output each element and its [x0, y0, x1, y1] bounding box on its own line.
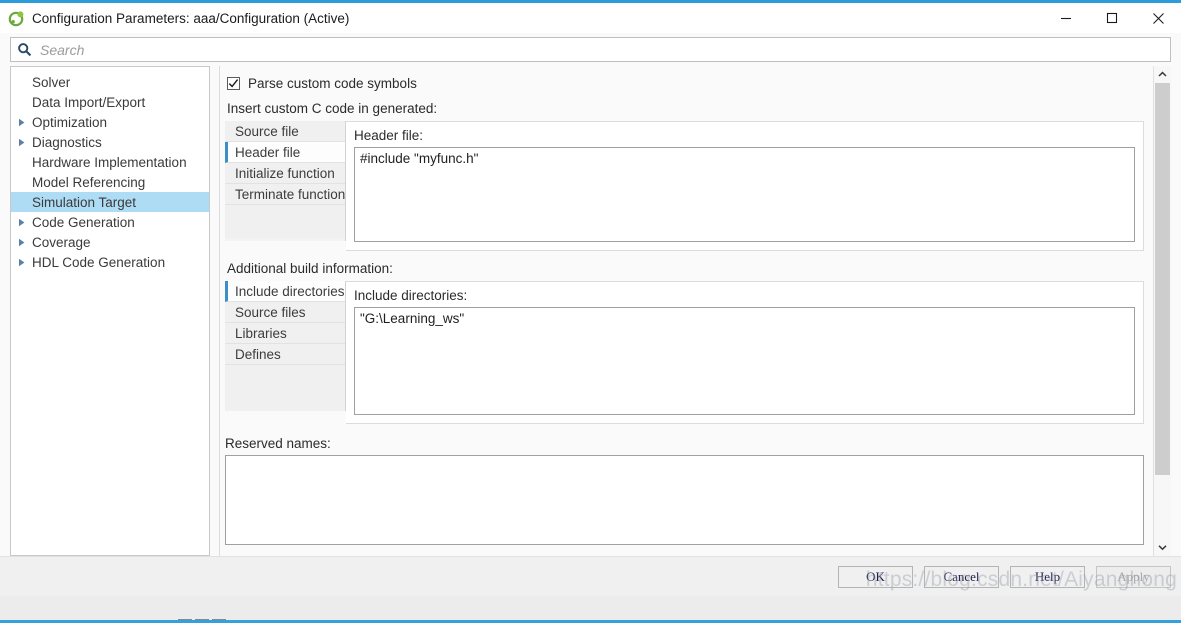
header-file-pane: Header file: #include "myfunc.h" [346, 121, 1144, 251]
tab-label: Initialize function [235, 165, 335, 181]
checkmark-icon [228, 79, 239, 88]
include-directories-label: Include directories: [354, 288, 468, 303]
build-info-tab-list[interactable]: Include directories Source files Librari… [225, 281, 346, 411]
tab-label: Source files [235, 304, 306, 320]
additional-build-information-label: Additional build information: [227, 261, 393, 276]
tree-item-label: Optimization [32, 114, 108, 130]
minimize-button[interactable] [1043, 3, 1089, 33]
tree-item-label: Coverage [32, 234, 91, 250]
close-button[interactable] [1135, 3, 1181, 33]
tree-item-hdl-code-generation[interactable]: HDL Code Generation [11, 252, 209, 272]
dialog-body: Solver Data Import/Export Optimization D… [0, 66, 1181, 556]
scroll-track[interactable] [1154, 83, 1171, 539]
settings-tree[interactable]: Solver Data Import/Export Optimization D… [10, 66, 210, 556]
include-directories-pane: Include directories: "G:\Learning_ws" [346, 281, 1144, 424]
tab-label: Terminate function [235, 186, 346, 202]
reserved-names-label: Reserved names: [225, 436, 331, 451]
tab-label: Defines [235, 346, 281, 362]
cancel-button[interactable]: Cancel [924, 565, 999, 588]
tree-item-label: Code Generation [32, 214, 135, 230]
apply-button-label: Apply [1117, 568, 1150, 584]
apply-button[interactable]: Apply [1096, 565, 1171, 588]
parse-custom-code-symbols-checkbox[interactable] [227, 77, 240, 90]
simulink-icon [8, 10, 24, 26]
tree-item-label: Simulation Target [32, 194, 137, 210]
tree-item-optimization[interactable]: Optimization [11, 112, 209, 132]
custom-code-tab-list[interactable]: Source file Header file Initialize funct… [225, 121, 346, 241]
tree-item-label: Model Referencing [32, 174, 146, 190]
tree-item-coverage[interactable]: Coverage [11, 232, 209, 252]
content-area: Parse custom code symbols Insert custom … [219, 66, 1171, 556]
search-icon [18, 43, 32, 57]
close-icon [1152, 12, 1164, 24]
reserved-names-textarea[interactable] [225, 455, 1144, 545]
help-button-label: Help [1034, 568, 1061, 584]
search-box[interactable] [10, 37, 1171, 62]
header-file-textarea[interactable]: #include "myfunc.h" [354, 147, 1135, 242]
tab-label: Header file [235, 144, 301, 160]
simulation-target-pane: Parse custom code symbols Insert custom … [219, 66, 1153, 556]
search-bar [0, 33, 1181, 66]
title-bar: Configuration Parameters: aaa/Configurat… [0, 3, 1181, 33]
tab-list-filler [225, 205, 345, 238]
tab-source-file[interactable]: Source file [225, 121, 345, 142]
tree-item-label: Diagnostics [32, 134, 102, 150]
tree-item-code-generation[interactable]: Code Generation [11, 212, 209, 232]
chevron-up-icon [1158, 71, 1167, 77]
tab-source-files[interactable]: Source files [225, 302, 345, 323]
tree-item-solver[interactable]: Solver [11, 72, 209, 92]
scroll-up-button[interactable] [1154, 66, 1171, 83]
expand-arrow-icon[interactable] [15, 218, 29, 227]
insert-custom-code-label: Insert custom C code in generated: [227, 101, 438, 116]
tab-include-directories[interactable]: Include directories [225, 281, 345, 302]
ok-button[interactable]: OK [838, 565, 913, 588]
expand-arrow-icon[interactable] [15, 258, 29, 267]
chevron-down-icon [1158, 545, 1167, 551]
desktop-strip [0, 596, 1181, 623]
tree-item-label: Hardware Implementation [32, 154, 187, 170]
tab-defines[interactable]: Defines [225, 344, 345, 365]
configuration-parameters-dialog: Configuration Parameters: aaa/Configurat… [0, 0, 1181, 596]
tree-item-hardware-implementation[interactable]: Hardware Implementation [11, 152, 209, 172]
custom-code-tabbed-block: Source file Header file Initialize funct… [225, 121, 1144, 251]
tree-item-model-referencing[interactable]: Model Referencing [11, 172, 209, 192]
tab-libraries[interactable]: Libraries [225, 323, 345, 344]
maximize-button[interactable] [1089, 3, 1135, 33]
search-input[interactable] [38, 38, 1164, 61]
tree-item-label: Data Import/Export [32, 94, 146, 110]
parse-custom-code-symbols-row[interactable]: Parse custom code symbols [227, 76, 1144, 91]
tab-initialize-function[interactable]: Initialize function [225, 163, 345, 184]
scroll-thumb[interactable] [1155, 83, 1170, 476]
expand-arrow-icon[interactable] [15, 238, 29, 247]
tab-label: Include directories [235, 283, 345, 299]
tab-label: Libraries [235, 325, 287, 341]
help-button[interactable]: Help [1010, 565, 1085, 588]
scroll-down-button[interactable] [1154, 539, 1171, 556]
window-title: Configuration Parameters: aaa/Configurat… [32, 10, 350, 26]
tree-item-label: HDL Code Generation [32, 254, 166, 270]
tab-header-file[interactable]: Header file [225, 142, 345, 163]
build-info-tabbed-block: Include directories Source files Librari… [225, 281, 1144, 424]
tree-item-label: Solver [32, 74, 71, 90]
parse-custom-code-symbols-label: Parse custom code symbols [248, 76, 417, 91]
window-controls [1043, 3, 1181, 33]
tab-terminate-function[interactable]: Terminate function [225, 184, 345, 205]
expand-arrow-icon[interactable] [15, 118, 29, 127]
header-file-label: Header file: [354, 128, 424, 143]
tab-list-filler [225, 365, 345, 411]
dialog-footer: OK Cancel Help Apply https://blog.csdn.n… [0, 556, 1181, 596]
minimize-icon [1061, 17, 1071, 20]
content-scrollbar[interactable] [1153, 66, 1171, 556]
expand-arrow-icon[interactable] [15, 138, 29, 147]
ok-button-label: OK [866, 568, 885, 584]
maximize-icon [1106, 12, 1118, 24]
tree-item-simulation-target[interactable]: Simulation Target [11, 192, 209, 212]
tree-item-data-import-export[interactable]: Data Import/Export [11, 92, 209, 112]
tab-label: Source file [235, 123, 299, 139]
cancel-button-label: Cancel [943, 568, 980, 584]
tree-item-diagnostics[interactable]: Diagnostics [11, 132, 209, 152]
include-directories-textarea[interactable]: "G:\Learning_ws" [354, 307, 1135, 415]
reserved-names-group: Reserved names: [225, 436, 1144, 545]
